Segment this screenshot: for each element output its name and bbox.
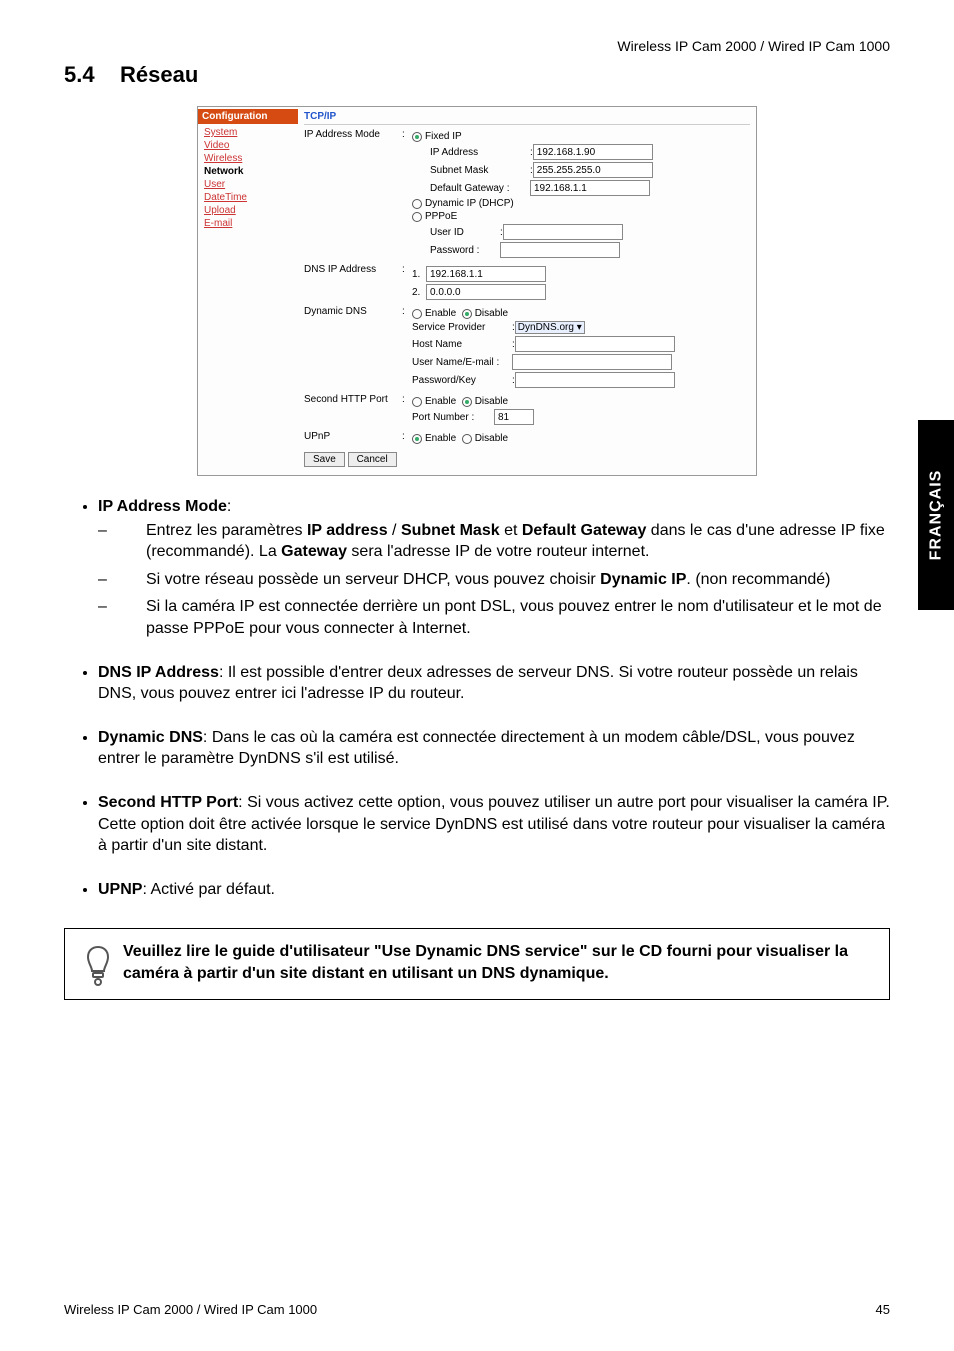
upnp-disable-radio[interactable] (462, 434, 472, 444)
ddns-disable-label: Disable (475, 308, 508, 319)
second-enable-radio[interactable] (412, 397, 422, 407)
pppoe-label: PPPoE (425, 211, 457, 222)
userid-label: User ID (430, 227, 500, 238)
config-panel: TCP/IP IP Address Mode : Fixed IP IP Add… (298, 107, 756, 475)
ddns-enable-radio[interactable] (412, 309, 422, 319)
config-nav-header: Configuration (198, 109, 298, 124)
header-product: Wireless IP Cam 2000 / Wired IP Cam 1000 (617, 38, 890, 54)
page-footer: Wireless IP Cam 2000 / Wired IP Cam 1000… (64, 1302, 890, 1317)
cancel-button[interactable]: Cancel (348, 452, 397, 467)
userid-input[interactable] (503, 224, 623, 240)
config-nav: Configuration System Video Wireless Netw… (198, 107, 298, 475)
note-box: Veuillez lire le guide d'utilisateur "Us… (64, 928, 890, 1000)
section-heading: 5.4Réseau (64, 62, 890, 88)
dns2-input[interactable] (426, 284, 546, 300)
body-content: IP Address Mode: Entrez les paramètres I… (64, 496, 890, 1000)
dns-item: DNS IP Address: Il est possible d'entrer… (98, 662, 890, 705)
ddns-label: Dynamic DNS (304, 306, 402, 317)
upnp-enable-label: Enable (425, 433, 456, 444)
gateway-label: Default Gateway : (430, 183, 530, 194)
ip-address-input[interactable] (533, 144, 653, 160)
config-screenshot: Configuration System Video Wireless Netw… (197, 106, 757, 476)
upnp-item: UPNP: Activé par défaut. (98, 879, 890, 901)
port-number-label: Port Number : (412, 412, 494, 423)
ddns-user-label: User Name/E-mail : (412, 357, 512, 368)
radio-dhcp[interactable] (412, 199, 422, 209)
provider-label: Service Provider (412, 322, 512, 333)
second-enable-label: Enable (425, 396, 456, 407)
ip-mode-item-1: Entrez les paramètres IP address / Subne… (122, 520, 890, 563)
nav-email[interactable]: E-mail (204, 217, 292, 230)
nav-datetime[interactable]: DateTime (204, 191, 292, 204)
dns1-num: 1. (412, 269, 426, 280)
upnp-label: UPnP (304, 431, 402, 442)
second-disable-radio[interactable] (462, 397, 472, 407)
password-input[interactable] (500, 242, 620, 258)
dns-label: DNS IP Address (304, 264, 402, 275)
subnet-input[interactable] (533, 162, 653, 178)
second-disable-label: Disable (475, 396, 508, 407)
upnp-disable-label: Disable (475, 433, 508, 444)
section-number: 5.4 (64, 62, 120, 88)
ddns-user-input[interactable] (512, 354, 672, 370)
nav-video[interactable]: Video (204, 139, 292, 152)
fixed-ip-label: Fixed IP (425, 131, 462, 142)
gateway-input[interactable] (530, 180, 650, 196)
second-port-item: Second HTTP Port: Si vous activez cette … (98, 792, 890, 857)
save-button[interactable]: Save (304, 452, 345, 467)
note-icon (73, 941, 123, 987)
host-label: Host Name (412, 339, 512, 350)
upnp-enable-radio[interactable] (412, 434, 422, 444)
subnet-label: Subnet Mask (430, 165, 530, 176)
second-port-label: Second HTTP Port (304, 394, 402, 405)
provider-select[interactable]: DynDNS.org ▾ (515, 321, 585, 334)
ip-mode-label: IP Address Mode (304, 129, 402, 140)
ddns-pass-label: Password/Key (412, 375, 512, 386)
ddns-pass-input[interactable] (515, 372, 675, 388)
dhcp-label: Dynamic IP (DHCP) (425, 198, 514, 209)
ddns-disable-radio[interactable] (462, 309, 472, 319)
language-tab: FRANÇAIS (918, 420, 954, 610)
ip-mode-item-2: Si votre réseau possède un serveur DHCP,… (122, 569, 890, 591)
nav-upload[interactable]: Upload (204, 204, 292, 217)
nav-user[interactable]: User (204, 178, 292, 191)
password-label: Password : (430, 245, 500, 256)
section-title-text: Réseau (120, 62, 198, 87)
ip-address-label: IP Address (430, 147, 530, 158)
panel-header: TCP/IP (304, 109, 750, 125)
footer-page-number: 45 (876, 1302, 890, 1317)
nav-network[interactable]: Network (204, 165, 292, 178)
dns2-num: 2. (412, 287, 426, 298)
nav-system[interactable]: System (204, 126, 292, 139)
footer-left: Wireless IP Cam 2000 / Wired IP Cam 1000 (64, 1302, 317, 1317)
radio-pppoe[interactable] (412, 212, 422, 222)
ddns-item: Dynamic DNS: Dans le cas où la caméra es… (98, 727, 890, 770)
ip-mode-heading: IP Address Mode (98, 498, 227, 515)
port-number-input[interactable] (494, 409, 534, 425)
radio-fixed-ip[interactable] (412, 132, 422, 142)
note-text: Veuillez lire le guide d'utilisateur "Us… (123, 941, 873, 984)
ip-mode-item-3: Si la caméra IP est connectée derrière u… (122, 596, 890, 639)
host-input[interactable] (515, 336, 675, 352)
ddns-enable-label: Enable (425, 308, 456, 319)
dns1-input[interactable] (426, 266, 546, 282)
nav-wireless[interactable]: Wireless (204, 152, 292, 165)
